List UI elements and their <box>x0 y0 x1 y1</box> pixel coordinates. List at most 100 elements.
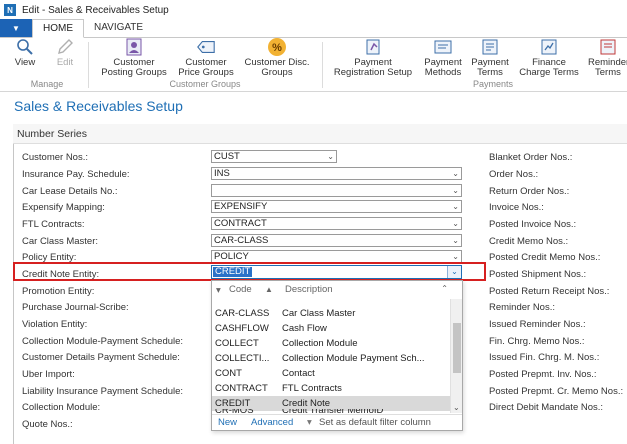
label-posted-prepmt-inv-nos: Posted Prepmt. Inv. Nos.: <box>489 369 597 380</box>
finance-charge-icon <box>539 38 559 56</box>
customer-price-groups-button[interactable]: Customer Price Groups <box>174 38 238 78</box>
lookup-header: ▾ Code ▲ Description ⌃ <box>212 281 462 299</box>
app-menu-button[interactable]: ▼ <box>0 19 32 37</box>
label-posted-prepmt-cr-memo-nos: Posted Prepmt. Cr. Memo Nos.: <box>489 386 624 397</box>
lookup-footer: New Advanced ▾ Set as default filter col… <box>212 414 462 430</box>
chevron-down-icon[interactable]: ⌄ <box>452 185 459 196</box>
fasttab-header[interactable]: Number Series <box>13 124 627 144</box>
label-insurance-pay-schedule: Insurance Pay. Schedule: <box>22 169 130 180</box>
lookup-scrollbar[interactable]: ⌄ <box>450 299 462 413</box>
edit-button[interactable]: Edit <box>50 38 80 68</box>
label-order-nos: Order Nos.: <box>489 169 539 180</box>
car-class-master-field[interactable]: CAR-CLASS ⌄ <box>211 234 462 247</box>
page-title: Sales & Receivables Setup <box>14 98 183 114</box>
label-customer-details-payment-schedule: Customer Details Payment Schedule: <box>22 352 180 363</box>
reminder-terms-button[interactable]: Reminder Terms <box>586 38 627 78</box>
label-quote-nos: Quote Nos.: <box>22 419 73 430</box>
filter-icon[interactable]: ▾ <box>216 285 221 296</box>
label-purchase-journal-scribe: Purchase Journal-Scribe: <box>22 302 129 313</box>
price-tag-icon <box>196 38 216 56</box>
app-icon: N <box>4 4 16 16</box>
lookup-col-code[interactable]: Code <box>229 284 252 295</box>
label-collection-module-payment-schedule: Collection Module-Payment Schedule: <box>22 336 184 347</box>
list-item[interactable]: COLLECTI... Collection Module Payment Sc… <box>212 351 450 366</box>
view-icon <box>15 38 35 56</box>
label-ftl-contracts: FTL Contracts: <box>22 219 85 230</box>
chevron-down-icon[interactable]: ⌄ <box>327 151 334 162</box>
expensify-mapping-field[interactable]: EXPENSIFY ⌄ <box>211 200 462 213</box>
list-item[interactable]: CONTRACT FTL Contracts <box>212 381 450 396</box>
label-issued-reminder-nos: Issued Reminder Nos.: <box>489 319 586 330</box>
group-label-manage: Manage <box>30 79 64 89</box>
label-liability-insurance-payment-schedule: Liability Insurance Payment Schedule: <box>22 386 184 397</box>
label-customer-nos: Customer Nos.: <box>22 152 88 163</box>
list-item[interactable]: CONT Contact <box>212 366 450 381</box>
svg-text:%: % <box>272 42 282 54</box>
window-title: Edit - Sales & Receivables Setup <box>22 4 169 16</box>
label-credit-memo-nos: Credit Memo Nos.: <box>489 236 569 247</box>
group-label-payments: Payments <box>472 79 514 89</box>
label-direct-debit-mandate-nos: Direct Debit Mandate Nos.: <box>489 402 604 413</box>
list-item[interactable]: CAR-CLASS Car Class Master <box>212 306 450 321</box>
ribbon-separator <box>322 42 323 88</box>
customer-disc-groups-button[interactable]: % Customer Disc. Groups <box>238 38 316 78</box>
chevron-up-icon[interactable]: ⌃ <box>441 284 448 293</box>
chevron-down-icon[interactable]: ⌄ <box>452 218 459 229</box>
label-car-lease-details-no: Car Lease Details No.: <box>22 186 118 197</box>
payment-registration-setup-button[interactable]: Payment Registration Setup <box>328 38 418 78</box>
ribbon-tab-row: ▼ HOME NAVIGATE <box>0 19 627 38</box>
set-default-filter-link[interactable]: Set as default filter column <box>319 415 431 430</box>
label-return-order-nos: Return Order Nos.: <box>489 186 570 197</box>
customer-posting-groups-button[interactable]: Customer Posting Groups <box>94 38 174 78</box>
chevron-down-icon[interactable]: ⌄ <box>452 168 459 179</box>
customer-icon <box>124 38 144 56</box>
reminder-icon <box>598 38 618 56</box>
chevron-down-icon[interactable]: ⌄ <box>452 201 459 212</box>
ribbon: View Edit Manage Customer Posting Groups… <box>0 38 627 92</box>
chevron-down-icon[interactable]: ⌄ <box>452 235 459 246</box>
tab-home[interactable]: HOME <box>32 19 84 38</box>
insurance-pay-schedule-field[interactable]: INS ⌄ <box>211 167 462 180</box>
chevron-down-icon[interactable]: ⌄ <box>452 251 459 262</box>
payment-terms-icon <box>480 38 500 56</box>
payment-setup-icon <box>363 38 383 56</box>
label-posted-shipment-nos: Posted Shipment Nos.: <box>489 269 587 280</box>
ribbon-separator <box>88 42 89 88</box>
lookup-col-description[interactable]: Description <box>285 284 333 295</box>
label-reminder-nos: Reminder Nos.: <box>489 302 555 313</box>
finance-charge-terms-button[interactable]: Finance Charge Terms <box>514 38 584 78</box>
ftl-contracts-field[interactable]: CONTRACT ⌄ <box>211 217 462 230</box>
chevron-down-icon[interactable]: ⌄ <box>453 403 460 412</box>
label-invoice-nos: Invoice Nos.: <box>489 202 544 213</box>
pencil-icon <box>55 38 75 56</box>
label-posted-return-receipt-nos: Posted Return Receipt Nos.: <box>489 286 610 297</box>
label-collection-module: Collection Module: <box>22 402 101 413</box>
label-blanket-order-nos: Blanket Order Nos.: <box>489 152 573 163</box>
label-promotion-entity: Promotion Entity: <box>22 286 95 297</box>
list-item[interactable]: COLLECT Collection Module <box>212 336 450 351</box>
customer-nos-field[interactable]: CUST ⌄ <box>211 150 337 163</box>
advanced-link[interactable]: Advanced <box>251 415 293 430</box>
payment-terms-button[interactable]: Payment Terms <box>468 38 512 78</box>
group-label-customer-groups: Customer Groups <box>169 79 241 89</box>
sort-ascending-icon: ▲ <box>265 285 273 294</box>
tab-navigate[interactable]: NAVIGATE <box>84 19 153 37</box>
percent-icon: % <box>267 38 287 56</box>
label-uber-import: Uber Import: <box>22 369 75 380</box>
chevron-down-icon[interactable]: ⌄ <box>447 266 461 278</box>
payment-methods-button[interactable]: Payment Methods <box>418 38 468 78</box>
label-issued-fin-chrg-m-nos: Issued Fin. Chrg. M. Nos.: <box>489 352 600 363</box>
title-bar: N Edit - Sales & Receivables Setup <box>0 0 627 20</box>
new-link[interactable]: New <box>218 415 237 430</box>
view-button[interactable]: View <box>10 38 40 68</box>
car-lease-details-no-field[interactable]: ⌄ <box>211 184 462 197</box>
payment-methods-icon <box>433 38 453 56</box>
label-posted-credit-memo-nos: Posted Credit Memo Nos.: <box>489 252 601 263</box>
label-violation-entity: Violation Entity: <box>22 319 88 330</box>
credit-note-entity-field[interactable]: CREDIT ⌄ <box>211 265 462 279</box>
label-expensify-mapping: Expensify Mapping: <box>22 202 105 213</box>
scrollbar-thumb[interactable] <box>453 323 461 373</box>
label-car-class-master: Car Class Master: <box>22 236 99 247</box>
label-posted-invoice-nos: Posted Invoice Nos.: <box>489 219 577 230</box>
list-item[interactable]: CASHFLOW Cash Flow <box>212 321 450 336</box>
